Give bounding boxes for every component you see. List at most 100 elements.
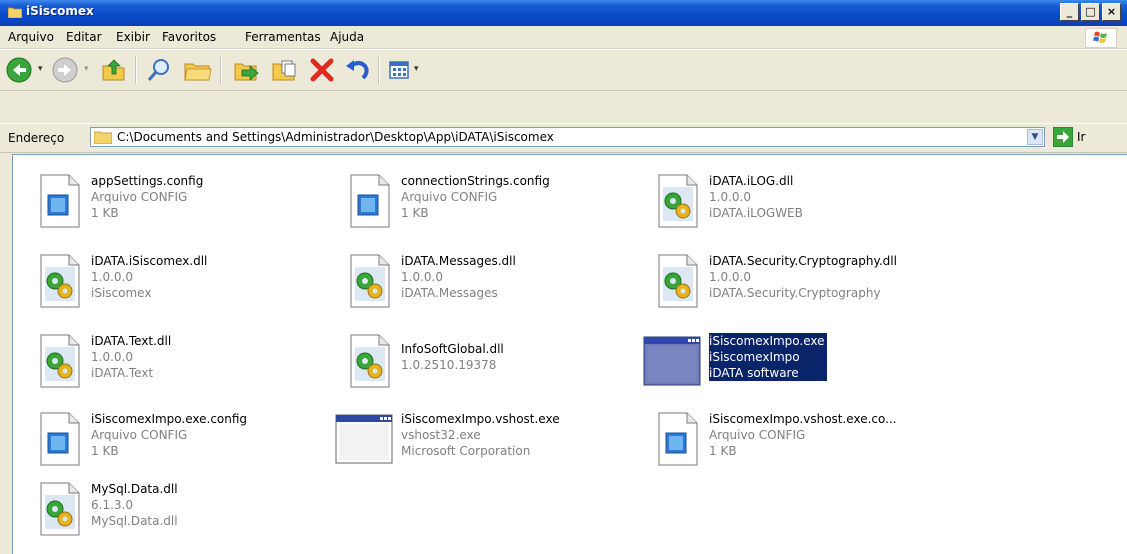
file-item[interactable]: iDATA.iSiscomex.dll 1.0.0.0 iSiscomex bbox=[21, 249, 321, 315]
dll-file-icon bbox=[350, 254, 390, 308]
file-description: vshost32.exe bbox=[401, 428, 481, 442]
menu-exibir[interactable]: Exibir bbox=[116, 30, 150, 44]
file-item[interactable]: iSiscomexImpo.vshost.exe vshost32.exe Mi… bbox=[331, 407, 631, 473]
file-item[interactable]: iDATA.Text.dll 1.0.0.0 iDATA.Text bbox=[21, 329, 321, 395]
window-title: iSiscomex bbox=[26, 4, 94, 18]
dll-file-icon bbox=[350, 334, 390, 388]
file-list: appSettings.config Arquivo CONFIG 1 KB c… bbox=[12, 154, 1127, 554]
file-version: 1.0.0.0 bbox=[91, 350, 133, 364]
file-size: 1 KB bbox=[709, 444, 737, 458]
address-bar: Endereço C:\Documents and Settings\Admin… bbox=[0, 123, 1127, 153]
menu-favoritos[interactable]: Favoritos bbox=[162, 30, 216, 44]
views-icon[interactable] bbox=[388, 56, 412, 84]
file-description: iSiscomexImpo bbox=[709, 349, 827, 365]
file-version: 1.0.0.0 bbox=[709, 270, 751, 284]
file-name: MySql.Data.dll bbox=[91, 482, 178, 496]
file-item[interactable]: connectionStrings.config Arquivo CONFIG … bbox=[331, 169, 631, 235]
toolbar-separator bbox=[378, 56, 380, 84]
toolbar-separator bbox=[220, 56, 222, 84]
back-icon[interactable] bbox=[6, 56, 36, 84]
file-item[interactable]: iSiscomexImpo.vshost.exe.co... Arquivo C… bbox=[639, 407, 939, 473]
address-dropdown-button[interactable]: ▼ bbox=[1027, 129, 1043, 145]
config-file-icon bbox=[350, 174, 390, 228]
file-name: iDATA.Text.dll bbox=[91, 334, 172, 348]
file-item[interactable]: iDATA.Security.Cryptography.dll 1.0.0.0 … bbox=[639, 249, 939, 315]
file-item[interactable]: iDATA.iLOG.dll 1.0.0.0 iDATA.iLOGWEB bbox=[639, 169, 939, 235]
dll-file-icon bbox=[40, 482, 80, 536]
file-description: iDATA.Text bbox=[91, 366, 154, 380]
file-item[interactable]: iSiscomexImpo.exe.config Arquivo CONFIG … bbox=[21, 407, 321, 473]
file-description: iDATA.Messages bbox=[401, 286, 498, 300]
file-name: iSiscomexImpo.vshost.exe.co... bbox=[709, 412, 897, 426]
config-file-icon bbox=[40, 412, 80, 466]
views-dropdown-icon[interactable]: ▾ bbox=[414, 64, 419, 74]
file-name: iDATA.Messages.dll bbox=[401, 254, 516, 268]
file-item-selected[interactable]: iSiscomexImpo.exe iSiscomexImpo iDATA so… bbox=[639, 329, 939, 395]
file-version: 1.0.0.0 bbox=[401, 270, 443, 284]
menu-ajuda[interactable]: Ajuda bbox=[330, 30, 364, 44]
file-company: iDATA software bbox=[709, 365, 827, 381]
file-name: iSiscomexImpo.vshost.exe bbox=[401, 412, 560, 426]
config-file-icon bbox=[40, 174, 80, 228]
file-item[interactable]: iDATA.Messages.dll 1.0.0.0 iDATA.Message… bbox=[331, 249, 631, 315]
file-type: Arquivo CONFIG bbox=[401, 190, 498, 204]
toolbar-separator bbox=[135, 56, 137, 84]
exe-window-icon bbox=[643, 336, 701, 386]
maximize-button[interactable]: □ bbox=[1081, 3, 1100, 21]
config-file-icon bbox=[658, 412, 698, 466]
file-name: appSettings.config bbox=[91, 174, 204, 188]
go-label: Ir bbox=[1077, 130, 1086, 144]
file-type: Arquivo CONFIG bbox=[709, 428, 806, 442]
menu-editar[interactable]: Editar bbox=[66, 30, 102, 44]
forward-dropdown-icon[interactable]: ▾ bbox=[84, 64, 89, 74]
menu-arquivo[interactable]: Arquivo bbox=[8, 30, 54, 44]
folder-icon bbox=[8, 7, 22, 18]
file-version: 1.0.0.0 bbox=[709, 190, 751, 204]
address-path: C:\Documents and Settings\Administrador\… bbox=[117, 130, 554, 144]
file-version: 1.0.0.0 bbox=[91, 270, 133, 284]
delete-icon[interactable] bbox=[308, 56, 336, 84]
explorer-window: iSiscomex _ □ × Arquivo Editar Exibir Fa… bbox=[0, 0, 1127, 554]
back-dropdown-icon[interactable]: ▾ bbox=[38, 64, 43, 74]
menu-bar: Arquivo Editar Exibir Favoritos Ferramen… bbox=[0, 26, 1127, 49]
dll-file-icon bbox=[40, 254, 80, 308]
move-to-icon[interactable] bbox=[232, 56, 262, 84]
folders-icon[interactable] bbox=[183, 56, 213, 84]
go-arrow-icon bbox=[1053, 127, 1073, 147]
windows-logo-icon bbox=[1085, 28, 1117, 48]
title-bar[interactable]: iSiscomex _ □ × bbox=[0, 0, 1127, 26]
address-label: Endereço bbox=[8, 131, 65, 145]
up-folder-icon[interactable] bbox=[100, 56, 128, 84]
file-item[interactable]: MySql.Data.dll 6.1.3.0 MySql.Data.dll bbox=[21, 477, 321, 543]
dll-file-icon bbox=[40, 334, 80, 388]
folder-icon bbox=[94, 131, 112, 144]
file-type: Arquivo CONFIG bbox=[91, 190, 188, 204]
window-controls: _ □ × bbox=[1060, 3, 1121, 21]
file-version: 1.0.2510.19378 bbox=[401, 358, 497, 372]
file-name: iSiscomexImpo.exe bbox=[709, 333, 827, 349]
file-type: Arquivo CONFIG bbox=[91, 428, 188, 442]
file-name: connectionStrings.config bbox=[401, 174, 550, 188]
file-item[interactable]: appSettings.config Arquivo CONFIG 1 KB bbox=[21, 169, 321, 235]
file-description: iDATA.iLOGWEB bbox=[709, 206, 803, 220]
file-item[interactable]: InfoSoftGlobal.dll 1.0.2510.19378 bbox=[331, 329, 631, 395]
file-description: MySql.Data.dll bbox=[91, 514, 178, 528]
toolbar: ▾ ▾ ▾ bbox=[0, 49, 1127, 91]
minimize-button[interactable]: _ bbox=[1060, 3, 1079, 21]
address-input[interactable]: C:\Documents and Settings\Administrador\… bbox=[90, 127, 1045, 147]
exe-window-icon bbox=[335, 414, 393, 464]
file-size: 1 KB bbox=[401, 206, 429, 220]
dll-file-icon bbox=[658, 254, 698, 308]
copy-to-icon[interactable] bbox=[270, 56, 300, 84]
file-name: iDATA.Security.Cryptography.dll bbox=[709, 254, 897, 268]
file-description: iDATA.Security.Cryptography bbox=[709, 286, 881, 300]
dll-file-icon bbox=[658, 174, 698, 228]
file-size: 1 KB bbox=[91, 444, 119, 458]
undo-icon[interactable] bbox=[343, 56, 371, 84]
file-name: iDATA.iLOG.dll bbox=[709, 174, 794, 188]
forward-icon[interactable] bbox=[52, 56, 82, 84]
close-button[interactable]: × bbox=[1102, 3, 1121, 21]
search-icon[interactable] bbox=[146, 56, 174, 84]
menu-ferramentas[interactable]: Ferramentas bbox=[245, 30, 321, 44]
file-description: iSiscomex bbox=[91, 286, 152, 300]
